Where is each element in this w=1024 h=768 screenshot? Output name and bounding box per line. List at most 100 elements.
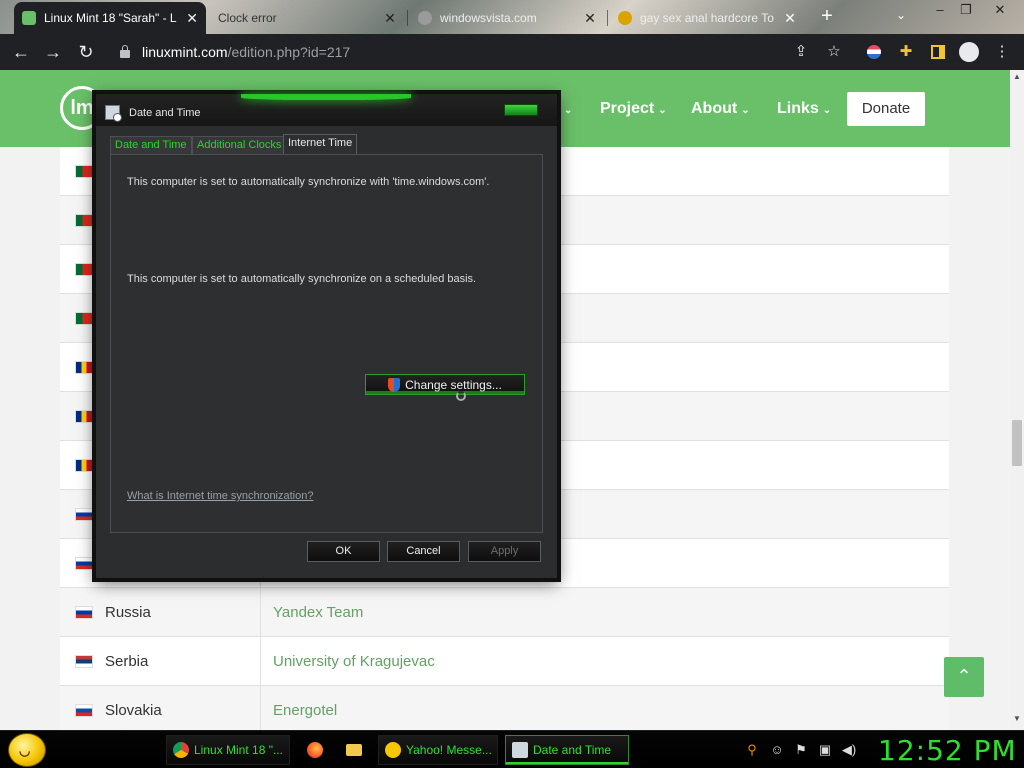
nav-links[interactable]: Links ⌄ (777, 100, 831, 118)
change-settings-label: Change settings... (405, 377, 502, 392)
nav-chevron-icon[interactable]: ⌄ (560, 100, 572, 118)
action-center-flag-icon[interactable]: ⚑ (793, 742, 809, 758)
busy-cursor-icon (456, 391, 466, 401)
sync-server-message: This computer is set to automatically sy… (127, 176, 490, 188)
site-favicon-icon (618, 11, 632, 25)
romania-flag-icon (75, 361, 93, 374)
url-path: /edition.php?id=217 (227, 44, 351, 60)
nav-project[interactable]: Project ⌄ (600, 100, 667, 118)
browser-tab-strip: Linux Mint 18 "Sarah" - L ✕ Clock error … (0, 0, 1024, 34)
donate-button[interactable]: Donate (847, 92, 925, 126)
tab-title: Linux Mint 18 "Sarah" - L (44, 11, 177, 25)
column-divider (260, 686, 261, 730)
tab-additional-clocks[interactable]: Additional Clocks (192, 136, 287, 155)
flag-icon (867, 45, 881, 59)
extensions-puzzle-icon[interactable]: ✚ (896, 42, 916, 62)
yahoo-messenger-icon (385, 742, 401, 758)
close-tab-icon[interactable]: ✕ (584, 10, 596, 27)
lock-icon[interactable] (120, 45, 130, 58)
mirror-link[interactable]: Yandex Team (273, 604, 363, 621)
taskbar-clock[interactable]: 12:52 PM (878, 734, 1017, 767)
russia-flag-icon (75, 557, 93, 570)
mirror-row: Serbia University of Kragujevac (60, 637, 949, 686)
page-scrollbar[interactable]: ▲ ▼ (1010, 70, 1024, 730)
tab-fourth[interactable]: gay sex anal hardcore To ✕ (610, 2, 806, 34)
tab-linux-mint[interactable]: Linux Mint 18 "Sarah" - L ✕ (14, 2, 206, 34)
close-tab-icon[interactable]: ✕ (784, 10, 796, 27)
taskbar-item-chrome[interactable]: Linux Mint 18 "... (166, 735, 290, 765)
mirror-row: Russia Yandex Team (60, 588, 949, 637)
dialog-titlebar[interactable]: Date and Time (96, 94, 557, 126)
nav-about[interactable]: About ⌄ (691, 100, 750, 118)
chrome-icon (173, 742, 189, 758)
chevron-down-icon: ⌄ (741, 105, 750, 116)
start-button[interactable]: ◡ (8, 733, 46, 767)
mirror-link[interactable]: University of Kragujevac (273, 653, 435, 670)
nav-label: Links (777, 100, 819, 117)
extension-flag-icon[interactable] (864, 42, 884, 62)
portugal-flag-icon (75, 165, 93, 178)
minimize-button[interactable]: – (928, 2, 952, 17)
tab-separator (407, 10, 408, 26)
uac-shield-icon (388, 377, 401, 392)
bookmark-star-icon[interactable]: ☆ (824, 42, 844, 62)
firefox-shape (307, 742, 323, 758)
portugal-flag-icon (75, 312, 93, 325)
slovakia-flag-icon (75, 704, 93, 717)
network-icon[interactable]: ▣ (817, 742, 833, 758)
share-icon[interactable]: ⇪ (791, 42, 811, 62)
mirror-link[interactable]: Energotel (273, 702, 337, 719)
restore-button[interactable]: ❐ (954, 2, 978, 18)
globe-icon (418, 11, 432, 25)
internet-time-panel: This computer is set to automatically sy… (110, 154, 543, 533)
tab-search-chevron-icon[interactable]: ⌄ (896, 8, 906, 22)
forward-button[interactable]: → (42, 41, 64, 63)
profile-avatar-icon[interactable] (959, 42, 979, 62)
address-bar[interactable]: linuxmint.com/edition.php?id=217 (108, 37, 856, 67)
panel-shape (931, 45, 945, 59)
side-panel-icon[interactable] (928, 42, 948, 62)
scroll-to-top-button[interactable]: ⌃ (944, 657, 984, 697)
tab-title: windowsvista.com (440, 11, 537, 25)
search-icon[interactable]: ⚲ (744, 742, 760, 758)
change-settings-button[interactable]: Change settings... (365, 374, 525, 395)
taskbar-item-date-and-time[interactable]: Date and Time (505, 735, 629, 765)
romania-flag-icon (75, 410, 93, 423)
internet-time-help-link[interactable]: What is Internet time synchronization? (127, 490, 313, 502)
close-tab-icon[interactable]: ✕ (186, 10, 198, 27)
file-explorer-folder-icon[interactable] (341, 737, 367, 763)
taskbar-item-yahoo-messenger[interactable]: Yahoo! Messe... (378, 735, 498, 765)
taskbar: ◡ Linux Mint 18 "... Yahoo! Messe... Dat… (0, 730, 1024, 768)
messenger-status-icon[interactable]: ☺ (769, 742, 785, 758)
tab-clock-error[interactable]: Clock error ✕ (210, 2, 406, 34)
new-tab-button[interactable]: + (816, 5, 838, 28)
scroll-down-arrow-icon[interactable]: ▼ (1010, 714, 1024, 723)
tab-internet-time[interactable]: Internet Time (283, 134, 358, 156)
ok-button[interactable]: OK (307, 541, 380, 562)
titlebar-glow (241, 94, 411, 100)
close-tab-icon[interactable]: ✕ (384, 10, 396, 27)
tab-date-and-time[interactable]: Date and Time (110, 136, 192, 155)
browser-toolbar: ← → ↻ linuxmint.com/edition.php?id=217 ⇪… (0, 34, 1024, 70)
chevron-down-icon: ⌄ (658, 105, 667, 116)
cancel-button[interactable]: Cancel (387, 541, 460, 562)
scrollbar-thumb[interactable] (1012, 420, 1022, 466)
scroll-up-arrow-icon[interactable]: ▲ (1010, 72, 1024, 81)
tab-title: gay sex anal hardcore To (640, 11, 774, 25)
back-button[interactable]: ← (10, 41, 32, 63)
volume-icon[interactable]: ◀) (841, 742, 857, 758)
serbia-flag-icon (75, 655, 93, 668)
close-window-button[interactable]: ✕ (988, 2, 1012, 18)
tab-separator (607, 10, 608, 26)
portugal-flag-icon (75, 214, 93, 227)
russia-flag-icon (75, 508, 93, 521)
firefox-icon[interactable] (302, 737, 328, 763)
reload-button[interactable]: ↻ (75, 41, 97, 63)
dialog-title: Date and Time (129, 107, 201, 119)
dialog-close-button[interactable] (504, 104, 538, 116)
menu-kebab-icon[interactable]: ⋮ (992, 42, 1012, 62)
russia-flag-icon (75, 606, 93, 619)
date-time-icon (512, 742, 528, 758)
apply-button[interactable]: Apply (468, 541, 541, 562)
tab-windowsvista[interactable]: windowsvista.com ✕ (410, 2, 606, 34)
